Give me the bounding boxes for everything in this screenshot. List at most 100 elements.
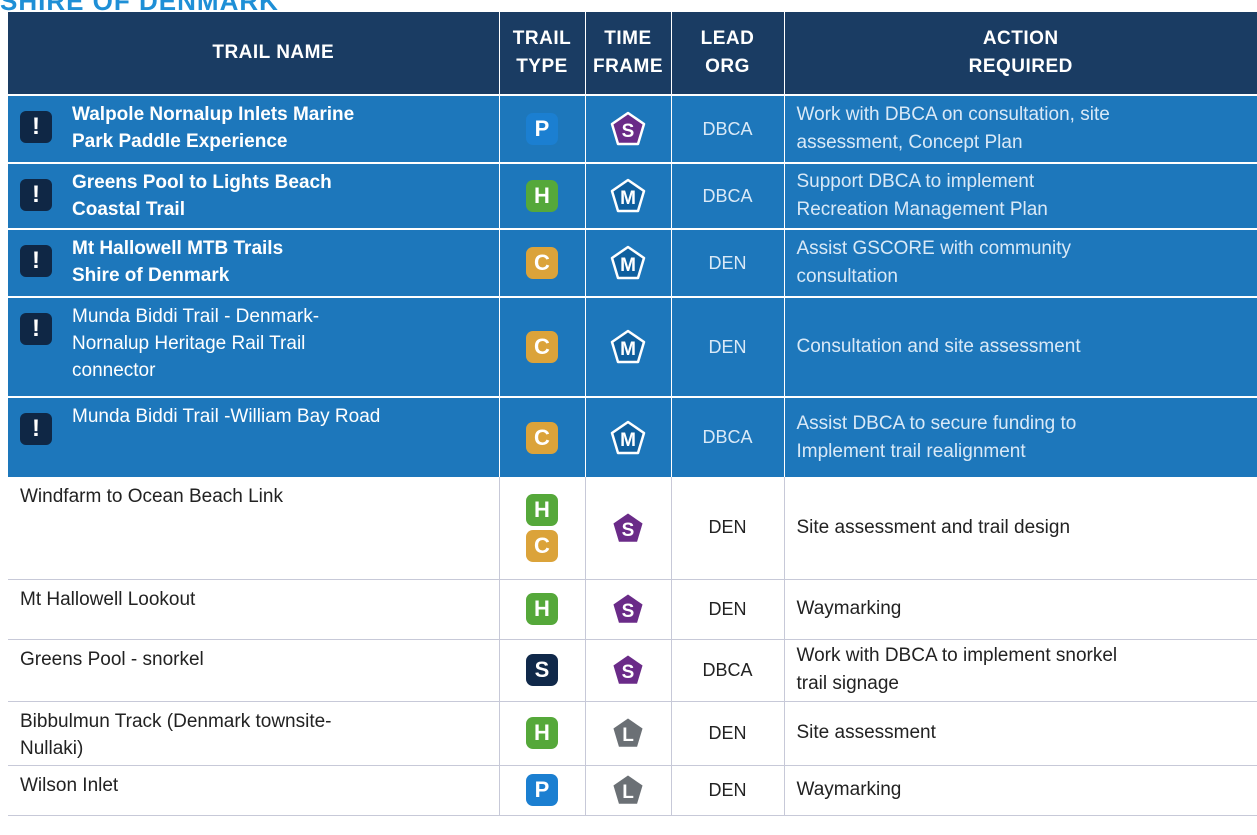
table-row: Greens Pool - snorkel S S DBCA Work with DBC… (8, 639, 1257, 702)
time-frame-l-icon: L (610, 715, 646, 750)
trail-type-c-icon: C (526, 421, 558, 454)
trail-name: Munda Biddi Trail -William Bay Road (72, 406, 381, 427)
trail-type-h-icon: H (526, 180, 558, 212)
time-frame-s-icon: S (610, 510, 646, 544)
table-row: Mt Hallowell Lookout H S DEN Waymarking (8, 579, 1257, 640)
trail-name: Walpole Nornalup Inlets Marine Park Paddl… (72, 104, 355, 152)
trail-name-cell: Mt Hallowell Lookout (8, 579, 499, 640)
time-frame-s-icon: S (610, 111, 646, 146)
header-trail-type: TRAIL TYPE (498, 12, 585, 95)
action-required-cell: Assist DBCA to secure funding to Implemen… (783, 396, 1257, 477)
time-frame-m-icon: M (610, 178, 646, 213)
action-required-cell: Support DBCA to implement Recreation Mana… (783, 162, 1257, 229)
table-row: Wilson Inlet P L DEN Waymarking (8, 765, 1257, 816)
trail-type-cell: H (498, 162, 585, 229)
action-required-cell: Assist GSCORE with community consultation (783, 228, 1257, 297)
table-row: ! Munda Biddi Trail - Denmark- Nornalup He… (8, 296, 1257, 397)
trail-type-cell: H (498, 579, 585, 640)
svg-text:M: M (620, 188, 636, 209)
trail-name: Bibbulmun Track (Denmark townsite- Nullak… (20, 710, 332, 759)
svg-text:S: S (622, 520, 635, 541)
action-required-cell: Site assessment and trail design (783, 477, 1257, 580)
priority-alert-icon: ! (20, 245, 52, 277)
trail-type-p-icon: P (526, 774, 558, 806)
table-row: ! Greens Pool to Lights Beach Coastal Trai… (8, 162, 1257, 229)
trail-name-cell: ! Munda Biddi Trail -William Bay Road (8, 396, 499, 477)
time-frame-cell: L (584, 701, 671, 766)
table-row: Windfarm to Ocean Beach Link H C S DEN Site a… (8, 477, 1257, 580)
trail-name: Mt Hallowell MTB Trails Shire of Denmark (72, 238, 284, 286)
trail-type-h-icon: H (526, 593, 558, 625)
trail-type-s-icon: S (526, 654, 558, 686)
trail-type-h-icon: H (526, 493, 558, 526)
header-time-frame: TIME FRAME (584, 12, 671, 95)
priority-alert-icon: ! (20, 111, 52, 143)
time-frame-cell: S (584, 477, 671, 580)
svg-text:S: S (622, 601, 635, 622)
lead-org-cell: DEN (670, 296, 784, 397)
time-frame-cell: M (584, 296, 671, 397)
priority-alert-icon: ! (20, 179, 52, 211)
trail-type-cell: C (498, 228, 585, 297)
svg-text:M: M (620, 339, 636, 360)
trail-name-cell: ! Greens Pool to Lights Beach Coastal Trai… (8, 162, 499, 229)
time-frame-cell: M (584, 396, 671, 477)
trail-type-cell: HC (498, 477, 585, 580)
time-frame-m-icon: M (610, 245, 646, 280)
trail-type-cell: H (498, 701, 585, 766)
trail-name-cell: ! Mt Hallowell MTB Trails Shire of Denmark (8, 228, 499, 297)
time-frame-cell: M (584, 228, 671, 297)
svg-text:L: L (622, 782, 634, 803)
trail-name: Wilson Inlet (20, 774, 119, 796)
svg-text:S: S (622, 662, 635, 683)
time-frame-l-icon: L (610, 772, 646, 807)
trail-type-cell: C (498, 396, 585, 477)
trail-priority-table: TRAIL NAME TRAIL TYPE TIME FRAME LEAD ORG A… (8, 12, 1257, 816)
table-row: ! Mt Hallowell MTB Trails Shire of Denmark… (8, 228, 1257, 297)
lead-org-cell: DEN (670, 579, 784, 640)
lead-org-cell: DEN (670, 228, 784, 297)
action-required-cell: Waymarking (783, 579, 1257, 640)
trail-name-cell: Bibbulmun Track (Denmark townsite- Nullak… (8, 701, 499, 766)
trail-type-c-icon: C (526, 247, 558, 279)
time-frame-s-icon: S (610, 652, 646, 687)
trail-type-cell: P (498, 765, 585, 816)
time-frame-m-icon: M (610, 420, 646, 454)
trail-type-h-icon: H (526, 717, 558, 749)
page-title: SHIRE OF DENMARK (0, 0, 279, 16)
trail-type-c-icon: C (526, 529, 558, 562)
svg-text:M: M (620, 255, 636, 276)
priority-alert-icon: ! (20, 413, 52, 445)
trail-type-c-icon: C (526, 331, 558, 363)
table-row: ! Munda Biddi Trail -William Bay Road C M DB… (8, 396, 1257, 477)
trail-name-cell: ! Walpole Nornalup Inlets Marine Park Padd… (8, 94, 499, 163)
action-required-cell: Work with DBCA on consultation, site asse… (783, 94, 1257, 163)
table-row: Bibbulmun Track (Denmark townsite- Nullak… (8, 701, 1257, 766)
time-frame-cell: S (584, 639, 671, 702)
svg-text:S: S (622, 121, 635, 142)
action-required-cell: Consultation and site assessment (783, 296, 1257, 397)
lead-org-cell: DBCA (670, 396, 784, 477)
svg-text:L: L (622, 725, 634, 746)
time-frame-s-icon: S (610, 591, 646, 626)
table-row: ! Walpole Nornalup Inlets Marine Park Padd… (8, 94, 1257, 163)
trail-name-cell: Windfarm to Ocean Beach Link (8, 477, 499, 580)
lead-org-cell: DEN (670, 701, 784, 766)
header-trail-name: TRAIL NAME (8, 12, 499, 95)
time-frame-m-icon: M (610, 329, 646, 364)
trail-name: Greens Pool - snorkel (20, 648, 204, 670)
table-header-row: TRAIL NAME TRAIL TYPE TIME FRAME LEAD ORG A… (8, 12, 1257, 95)
header-action-required: ACTION REQUIRED (783, 12, 1257, 95)
trail-name-cell: Wilson Inlet (8, 765, 499, 816)
trail-type-p-icon: P (526, 113, 558, 145)
lead-org-cell: DBCA (670, 94, 784, 163)
lead-org-cell: DBCA (670, 639, 784, 702)
time-frame-cell: L (584, 765, 671, 816)
trail-name-cell: Greens Pool - snorkel (8, 639, 499, 702)
time-frame-cell: M (584, 162, 671, 229)
lead-org-cell: DEN (670, 477, 784, 580)
action-required-cell: Waymarking (783, 765, 1257, 816)
svg-text:M: M (620, 430, 636, 451)
trail-type-cell: S (498, 639, 585, 702)
trail-name: Greens Pool to Lights Beach Coastal Trail (72, 172, 332, 220)
